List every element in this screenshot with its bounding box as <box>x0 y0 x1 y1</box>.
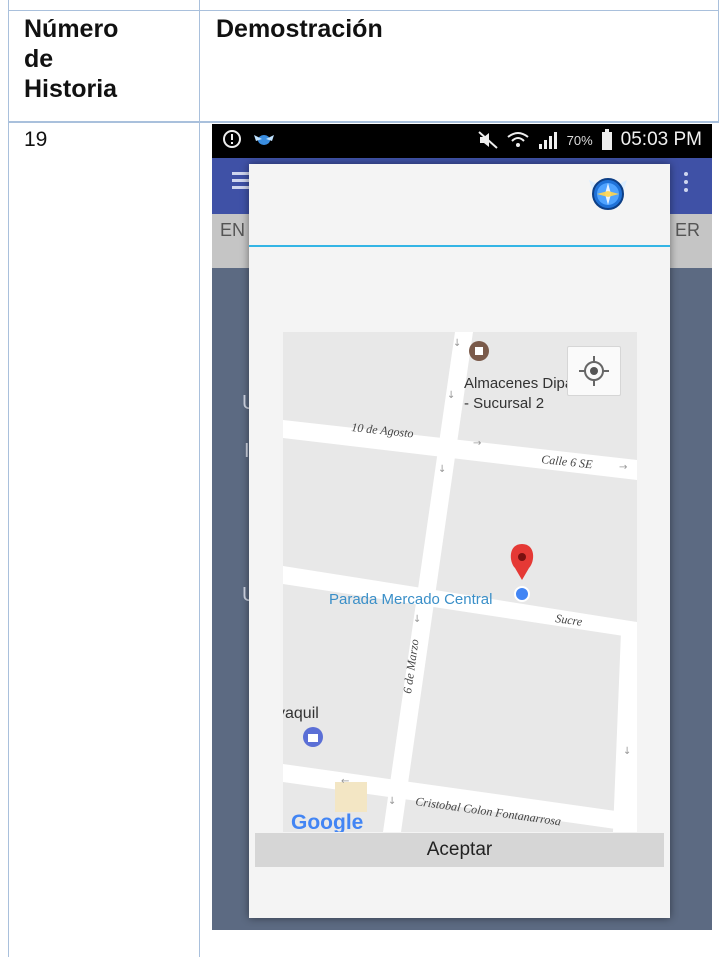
svg-text:↓: ↓ <box>388 796 396 807</box>
label-poi-store-line2: - Sucursal 2 <box>464 395 544 412</box>
map-view[interactable]: ↓ ↓ ↓ → → ↓ ↓ ← ↓ Almacenes Dipaso - Suc… <box>283 332 637 832</box>
row-story-number: 19 <box>24 128 48 151</box>
road-10-de-agosto <box>283 420 637 480</box>
tab-right-partial: ER <box>674 220 700 240</box>
signal-icon <box>538 132 557 149</box>
table-border-top <box>8 10 719 11</box>
status-time: 05:03 PM <box>620 129 702 150</box>
header-story-number: Número de Historia <box>24 14 118 104</box>
phone-screenshot: 70% 05:03 PM EN ER U I U <box>212 124 712 930</box>
accept-button[interactable]: Aceptar <box>255 833 664 867</box>
battery-percent: 70% <box>566 132 593 148</box>
svg-text:↓: ↓ <box>413 614 421 625</box>
road-6-de-marzo <box>383 332 473 832</box>
table-border-left <box>8 0 9 957</box>
table-border-middle <box>199 0 200 957</box>
map-canvas: ↓ ↓ ↓ → → ↓ ↓ ← ↓ Almacenes Dipaso - Suc… <box>283 332 637 832</box>
bird-app-icon <box>254 135 274 145</box>
label-sucre: Sucre <box>555 611 584 629</box>
mute-icon <box>477 131 498 149</box>
google-logo: Google <box>291 811 363 832</box>
stop-dot-icon <box>514 586 530 602</box>
battery-icon <box>601 129 612 150</box>
header-story-number-line1: Número <box>24 15 119 43</box>
shield-alert-icon <box>223 130 241 148</box>
map-block-highlight <box>335 782 367 812</box>
svg-text:↓: ↓ <box>453 338 461 349</box>
header-demo: Demostración <box>216 15 383 43</box>
svg-text:↓: ↓ <box>438 464 446 475</box>
svg-text:←: ← <box>341 776 349 787</box>
road-east <box>613 632 637 832</box>
svg-text:→: → <box>473 438 481 449</box>
compass-app-logo-icon <box>589 178 627 210</box>
table-border-right <box>718 0 719 122</box>
label-poi-partial: yaquil <box>283 705 319 722</box>
status-right-icons: 70% 05:03 PM <box>477 129 702 151</box>
dialog-title-divider <box>249 245 670 247</box>
map-dialog: ↓ ↓ ↓ → → ↓ ↓ ← ↓ Almacenes Dipaso - Suc… <box>249 164 670 918</box>
svg-text:↓: ↓ <box>447 390 455 401</box>
tab-left-partial: EN <box>220 220 246 240</box>
table-header-divider <box>8 121 719 123</box>
location-pin-icon <box>510 544 534 580</box>
header-story-number-line2: de <box>24 45 54 73</box>
overflow-menu-icon[interactable] <box>684 172 688 196</box>
crosshair-location-icon <box>579 356 609 386</box>
header-story-number-line3: Historia <box>24 75 118 103</box>
my-location-button[interactable] <box>567 346 621 396</box>
wifi-icon <box>507 132 529 147</box>
svg-text:→: → <box>619 462 627 473</box>
svg-text:↓: ↓ <box>623 746 631 757</box>
label-stop: Parada Mercado Central <box>329 591 492 608</box>
status-bar: 70% 05:03 PM <box>212 124 712 158</box>
status-left-icons <box>222 129 276 149</box>
